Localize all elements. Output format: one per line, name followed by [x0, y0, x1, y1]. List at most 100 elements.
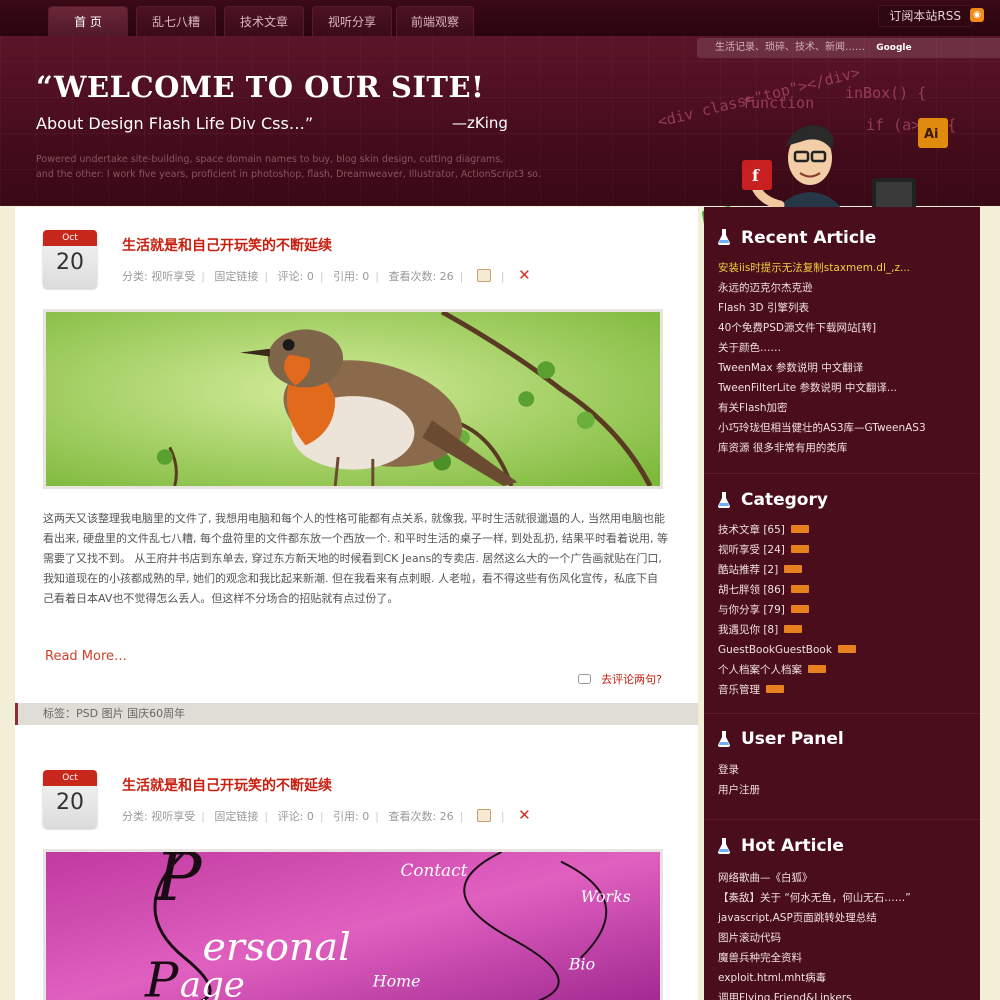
works-label: Works	[581, 888, 631, 906]
comment-icon	[578, 674, 592, 684]
category-item[interactable]: 音乐管理	[718, 680, 856, 700]
date-month: Oct	[43, 770, 97, 786]
category-list: 技术文章 [65] 视听享受 [24] 酷站推荐 [2] 胡七胖领 [86] 与…	[718, 520, 856, 700]
rss-subscribe-link[interactable]: 订阅本站RSS	[878, 5, 972, 27]
hot-article-item[interactable]: javascript,ASP页面跳转处理总结	[718, 908, 911, 928]
recent-article-item[interactable]: Flash 3D 引擎列表	[718, 298, 926, 318]
hot-article-item[interactable]: exploit.html.mht病毒	[718, 968, 911, 988]
flash-cube-icon: f	[742, 160, 772, 190]
page-background-strip	[980, 207, 1000, 1000]
nav-tab-frontend[interactable]: 前端观察	[396, 6, 474, 36]
recent-article-item[interactable]: 安装iis时提示无法复制staxmem.dl_,z...	[718, 258, 926, 278]
trackback-count[interactable]: 引用: 0	[333, 810, 369, 823]
widget-title-recent: Recent Article	[741, 228, 877, 248]
sidebar: Recent Article 安装iis时提示无法复制staxmem.dl_,z…	[704, 207, 980, 1000]
trackback-count[interactable]: 引用: 0	[333, 270, 369, 283]
page-label: age	[180, 965, 245, 1000]
category-item[interactable]: 与你分享 [79]	[718, 600, 856, 620]
flask-icon	[718, 838, 730, 854]
post-meta: 分类: 视听享受 | 固定链接 | 评论: 0 | 引用: 0 | 查看次数: 26 | …	[122, 266, 531, 284]
widget-title-user-panel: User Panel	[741, 729, 844, 749]
post-category[interactable]: 分类: 视听享受	[122, 810, 195, 823]
permalink-link[interactable]: 固定链接	[214, 270, 258, 283]
rss-mini-icon[interactable]	[784, 625, 803, 633]
flask-icon	[718, 229, 730, 245]
search-input[interactable]: 生活记录、琐碎、技术、新闻…… Google	[697, 38, 1000, 58]
recent-article-item[interactable]: 有关Flash加密	[718, 398, 926, 418]
recent-article-item[interactable]: 小巧玲珑但相当健壮的AS3库—GTweenAS3	[718, 418, 926, 438]
category-item[interactable]: 视听享受 [24]	[718, 540, 856, 560]
category-item[interactable]: 个人档案个人档案	[718, 660, 856, 680]
robin-bird-photo	[43, 309, 663, 489]
hot-articles-list: 网络歌曲—《白狐》 【奏敌】关于 “何水无鱼，何山无石……” javascrip…	[718, 868, 911, 1000]
post-category[interactable]: 分类: 视听享受	[122, 270, 195, 283]
hot-article-item[interactable]: 图片滚动代码	[718, 928, 911, 948]
nav-tab-media-share[interactable]: 视听分享	[312, 6, 392, 36]
site-description: Powered undertake site-building, space d…	[36, 152, 596, 182]
date-day: 20	[56, 790, 84, 815]
hot-article-item[interactable]: 【奏敌】关于 “何水无鱼，何山无石……”	[718, 888, 911, 908]
rss-mini-icon[interactable]	[808, 665, 826, 673]
recent-article-item[interactable]: 40个免费PSD源文件下载网站[转]	[718, 318, 926, 338]
category-widget: Category 技术文章 [65] 视听享受 [24] 酷站推荐 [2] 胡七…	[704, 474, 980, 714]
comment-count[interactable]: 评论: 0	[278, 810, 314, 823]
register-link[interactable]: 用户注册	[718, 780, 760, 800]
post-excerpt: 这两天又该整理我电脑里的文件了, 我想用电脑和每个人的性格可能都有点关系, 就像…	[43, 512, 668, 605]
nav-tab-misc[interactable]: 乱七八糟	[136, 6, 216, 36]
search-brand-label: Google	[876, 43, 912, 53]
category-item[interactable]: GuestBookGuestBook	[718, 640, 856, 660]
post-tags[interactable]: 标签：PSD 图片 国庆60周年	[15, 703, 698, 725]
hot-article-item[interactable]: 调用Flying.Friend&Linkers	[718, 988, 911, 1000]
category-item[interactable]: 酷站推荐 [2]	[718, 560, 856, 580]
hot-article-item[interactable]: 网络歌曲—《白狐》	[718, 868, 911, 888]
rss-mini-icon[interactable]	[784, 565, 803, 573]
edit-icon[interactable]	[476, 269, 491, 282]
delete-icon[interactable]: ✕	[518, 806, 531, 824]
rss-mini-icon[interactable]	[837, 645, 856, 653]
illustrator-cube-icon: Ai	[918, 118, 948, 148]
personal-label: ersonal	[202, 925, 350, 969]
category-item-label: 我遇见你 [8]	[718, 624, 779, 636]
nav-tab-tech-articles[interactable]: 技术文章	[224, 6, 304, 36]
comment-link[interactable]: 去评论两句?	[578, 671, 662, 687]
rss-mini-icon[interactable]	[790, 525, 809, 533]
svg-text:f: f	[752, 166, 760, 185]
site-description-line-1: Powered undertake site-building, space d…	[36, 154, 504, 165]
edit-icon[interactable]	[476, 809, 491, 822]
permalink-link[interactable]: 固定链接	[214, 810, 258, 823]
recent-article-item[interactable]: 永远的迈克尔杰克逊	[718, 278, 926, 298]
post-title-link[interactable]: 生活就是和自己开玩笑的不断延续	[122, 775, 332, 795]
category-item[interactable]: 我遇见你 [8]	[718, 620, 856, 640]
hot-articles-widget: Hot Article 网络歌曲—《白狐》 【奏敌】关于 “何水无鱼，何山无石……	[704, 820, 980, 1000]
delete-icon[interactable]: ✕	[518, 266, 531, 284]
category-item-label: 与你分享 [79]	[718, 604, 785, 616]
rss-mini-icon[interactable]	[766, 685, 784, 693]
flask-icon	[718, 492, 730, 508]
widget-title-category: Category	[741, 490, 828, 510]
top-navigation: 首 页 乱七八糟 技术文章 视听分享 前端观察 订阅本站RSS ◉	[0, 0, 1000, 36]
login-link[interactable]: 登录	[718, 760, 760, 780]
nav-tab-home[interactable]: 首 页	[48, 6, 128, 36]
category-item-label: 酷站推荐 [2]	[718, 564, 779, 576]
rss-mini-icon[interactable]	[790, 585, 809, 593]
read-more-link[interactable]: Read More…	[45, 649, 127, 664]
rss-mini-icon[interactable]	[790, 545, 809, 553]
svg-text:Ai: Ai	[924, 127, 939, 142]
site-subtitle: About Design Flash Life Div Css…”	[36, 114, 314, 133]
recent-article-item[interactable]: TweenMax 参数说明 中文翻译	[718, 358, 926, 378]
post-title-link[interactable]: 生活就是和自己开玩笑的不断延续	[122, 235, 332, 255]
rss-mini-icon[interactable]	[790, 605, 809, 613]
recent-article-item[interactable]: TweenFilterLite 参数说明 中文翻译...	[718, 378, 926, 398]
view-count: 查看次数: 26	[388, 270, 454, 283]
category-item[interactable]: 技术文章 [65]	[718, 520, 856, 540]
date-badge: Oct 20	[43, 230, 97, 288]
recent-article-item[interactable]: 库资源 很多非常有用的类库	[718, 438, 926, 458]
category-item[interactable]: 胡七胖领 [86]	[718, 580, 856, 600]
home-label: Home	[372, 973, 421, 991]
rss-icon[interactable]: ◉	[970, 8, 984, 22]
recent-articles-list: 安装iis时提示无法复制staxmem.dl_,z... 永远的迈克尔杰克逊 F…	[718, 258, 926, 458]
svg-text:P: P	[153, 849, 203, 917]
comment-count[interactable]: 评论: 0	[278, 270, 314, 283]
hot-article-item[interactable]: 魔兽兵种完全资料	[718, 948, 911, 968]
recent-article-item[interactable]: 关于颜色……	[718, 338, 926, 358]
